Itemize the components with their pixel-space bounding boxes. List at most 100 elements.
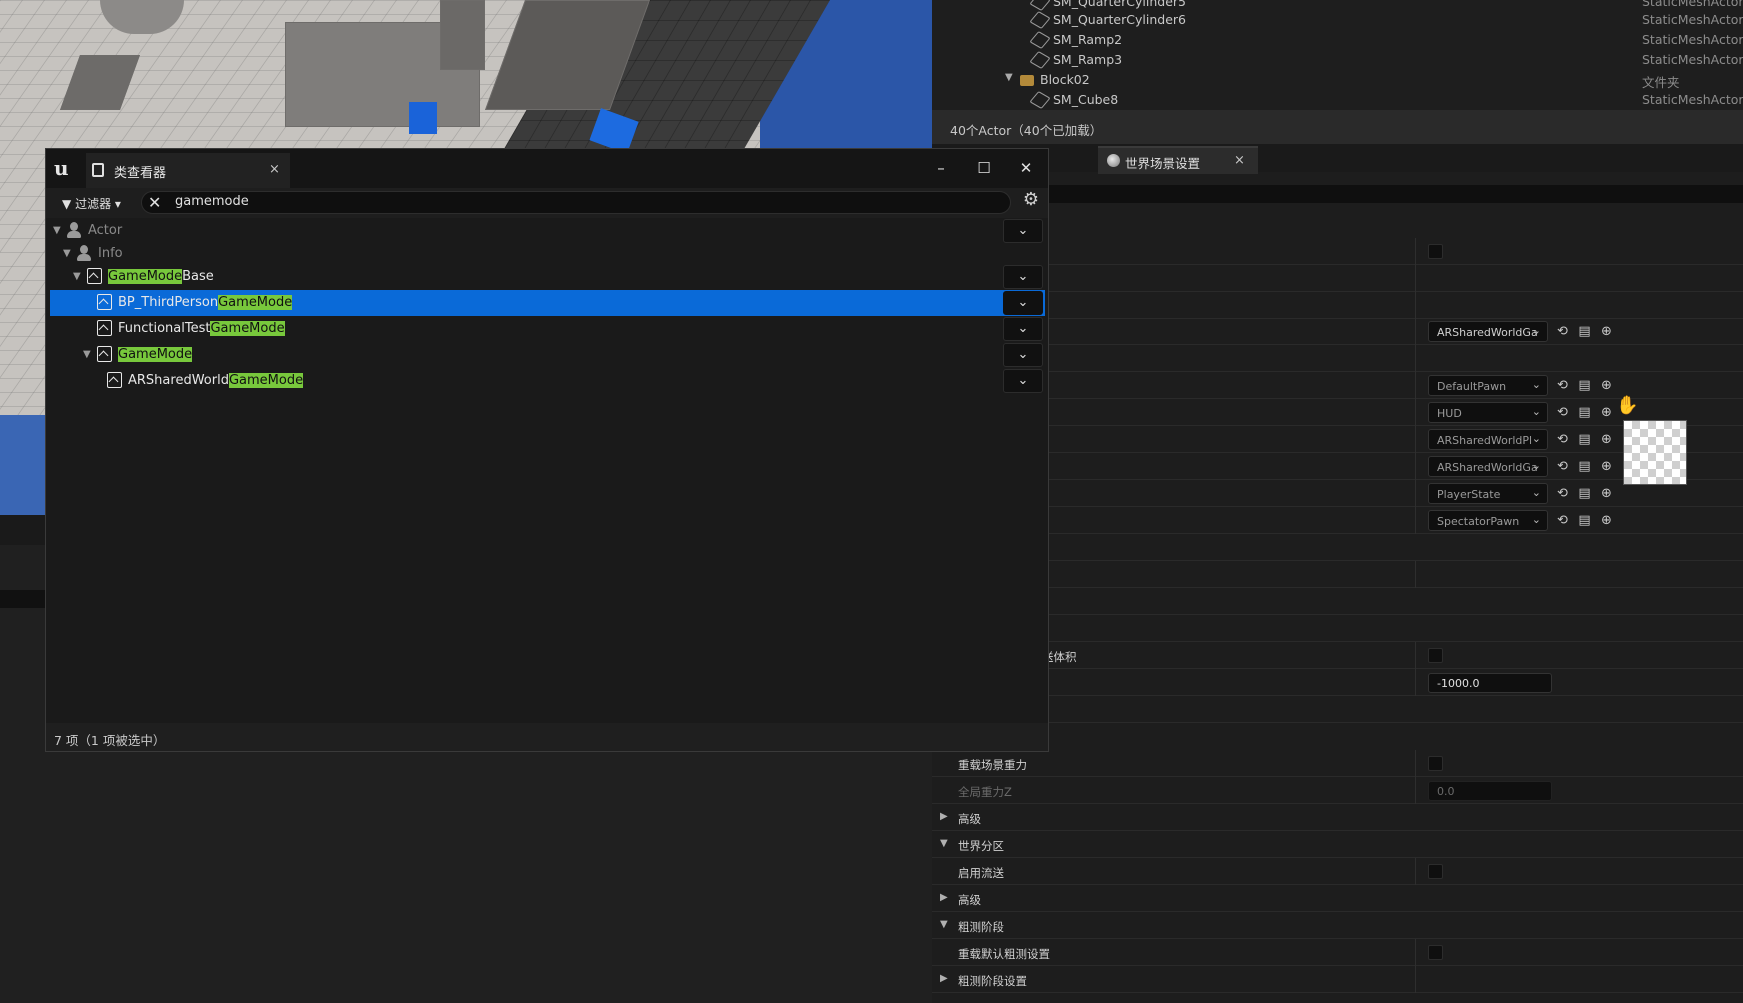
browse-folder-icon[interactable]: ▤ — [1577, 513, 1592, 528]
row-options-button[interactable]: ⌄ — [1003, 369, 1043, 393]
tree-row-text: Info — [98, 246, 123, 261]
hud-class-combo[interactable]: HUD ⌄ — [1428, 402, 1548, 423]
checkbox[interactable] — [1428, 864, 1443, 879]
outliner-row[interactable]: SM_Ramp2 StaticMeshActor — [932, 30, 1743, 50]
outliner-row-name: Block02 — [1040, 72, 1090, 87]
details-row-enable-streaming: 启用流送 — [932, 858, 1743, 885]
checkbox[interactable] — [1428, 945, 1443, 960]
left-lower-strip — [0, 590, 45, 608]
class-search-input[interactable]: ✕ gamemode — [141, 191, 1011, 214]
combo-value: PlayerState — [1437, 488, 1501, 501]
outliner-row[interactable]: SM_Cube8 StaticMeshActor — [932, 90, 1743, 110]
static-mesh-icon — [1029, 31, 1051, 49]
global-gravity-input[interactable]: 0.0 — [1428, 781, 1552, 801]
viewport-block — [440, 0, 485, 70]
collapse-arrow-icon[interactable]: ▼ — [63, 248, 71, 259]
outliner-row[interactable]: SM_QuarterCylinder6 StaticMeshActor — [932, 10, 1743, 30]
hand-cursor-icon: ✋ — [1616, 395, 1639, 416]
tree-row-functionaltest-gamemode[interactable]: FunctionalTestGameMode ⌄ — [50, 316, 1045, 342]
override-gravity-label: 重载场景重力 — [958, 758, 1027, 772]
browse-back-icon[interactable]: ⟲ — [1555, 378, 1570, 393]
combo-value: DefaultPawn — [1437, 380, 1507, 393]
collapse-arrow-icon[interactable]: ▼ — [940, 919, 948, 930]
tree-row-text: Actor — [88, 223, 123, 238]
add-icon[interactable]: ⊕ — [1599, 378, 1614, 393]
tree-row-bp-thirdperson-gamemode[interactable]: BP_ThirdPersonGameMode ⌄ — [50, 290, 1045, 316]
browse-back-icon[interactable]: ⟲ — [1555, 486, 1570, 501]
checkbox[interactable] — [1428, 648, 1443, 663]
combo-value: SpectatorPawn — [1437, 515, 1520, 528]
details-category-coarse[interactable]: ▼ 粗测阶段 — [932, 912, 1743, 939]
tab-class-viewer[interactable]: 类查看器 × — [86, 153, 290, 188]
spectator-pawn-combo[interactable]: SpectatorPawn ⌄ — [1428, 510, 1548, 531]
browse-back-icon[interactable]: ⟲ — [1555, 459, 1570, 474]
details-row-coarse-settings[interactable]: ▶ 粗测阶段设置 — [932, 966, 1743, 993]
class-viewer-status: 7 项（1 项被选中） — [46, 723, 1048, 751]
collapse-arrow-icon[interactable]: ▼ — [83, 349, 91, 360]
default-pawn-combo[interactable]: DefaultPawn ⌄ — [1428, 375, 1548, 396]
expand-arrow-icon[interactable]: ▶ — [940, 973, 948, 984]
add-icon[interactable]: ⊕ — [1599, 486, 1614, 501]
chevron-down-icon: ⌄ — [1531, 486, 1541, 499]
collapse-arrow-icon[interactable]: ▼ — [1005, 72, 1013, 83]
browse-folder-icon[interactable]: ▤ — [1577, 405, 1592, 420]
tab-class-viewer-label: 类查看器 — [114, 166, 167, 181]
tree-row-gamemodebase[interactable]: ▼ GameModeBase ⌄ — [50, 264, 1045, 290]
outliner-row-name: SM_Ramp3 — [1053, 52, 1123, 67]
row-options-button[interactable]: ⌄ — [1003, 291, 1043, 315]
minimize-button[interactable]: – — [930, 157, 952, 179]
add-icon[interactable]: ⊕ — [1599, 405, 1614, 420]
browse-folder-icon[interactable]: ▤ — [1577, 324, 1592, 339]
row-options-button[interactable]: ⌄ — [1003, 317, 1043, 341]
expand-arrow-icon[interactable]: ▶ — [940, 811, 948, 822]
player-state-combo[interactable]: PlayerState ⌄ — [1428, 483, 1548, 504]
tab-world-settings[interactable]: 世界场景设置 × — [1098, 146, 1258, 174]
close-icon[interactable]: × — [1234, 153, 1245, 168]
checkbox[interactable] — [1428, 244, 1443, 259]
outliner-row[interactable]: ▼ Block02 文件夹 — [932, 70, 1743, 90]
enable-streaming-label: 启用流送 — [958, 866, 1004, 880]
outliner-row[interactable]: SM_Ramp3 StaticMeshActor — [932, 50, 1743, 70]
chevron-down-icon: ⌄ — [1531, 432, 1541, 445]
add-icon[interactable]: ⊕ — [1599, 432, 1614, 447]
browse-folder-icon[interactable]: ▤ — [1577, 432, 1592, 447]
collapse-arrow-icon[interactable]: ▼ — [940, 838, 948, 849]
checkbox[interactable] — [1428, 756, 1443, 771]
outliner-row-name: SM_Cube8 — [1053, 92, 1119, 107]
browse-folder-icon[interactable]: ▤ — [1577, 378, 1592, 393]
kill-z-input[interactable]: -1000.0 — [1428, 673, 1552, 693]
details-category-world-partition[interactable]: ▼ 世界分区 — [932, 831, 1743, 858]
browse-back-icon[interactable]: ⟲ — [1555, 405, 1570, 420]
row-options-button[interactable]: ⌄ — [1003, 219, 1043, 243]
browse-back-icon[interactable]: ⟲ — [1555, 432, 1570, 447]
browse-folder-icon[interactable]: ▤ — [1577, 486, 1592, 501]
outliner-row-type: StaticMeshActor — [1642, 32, 1743, 47]
browse-back-icon[interactable]: ⟲ — [1555, 324, 1570, 339]
gamemode-override-combo[interactable]: ARSharedWorldGa ⌄ — [1428, 321, 1548, 342]
add-icon[interactable]: ⊕ — [1599, 513, 1614, 528]
collapse-arrow-icon[interactable]: ▼ — [73, 271, 81, 282]
maximize-button[interactable]: ☐ — [973, 157, 995, 179]
close-icon[interactable]: × — [269, 162, 280, 177]
settings-gear-icon[interactable]: ⚙ — [1020, 189, 1042, 213]
details-row-player-controller: ARSharedWorldPl ⌄ ⟲ ▤ ⊕ — [932, 426, 1743, 453]
browse-folder-icon[interactable]: ▤ — [1577, 459, 1592, 474]
game-state-combo[interactable]: ARSharedWorldGa ⌄ — [1428, 456, 1548, 477]
add-icon[interactable]: ⊕ — [1599, 324, 1614, 339]
browse-back-icon[interactable]: ⟲ — [1555, 513, 1570, 528]
row-options-button[interactable]: ⌄ — [1003, 343, 1043, 367]
details-row-advanced[interactable]: ▶ 高级 — [932, 804, 1743, 831]
player-controller-combo[interactable]: ARSharedWorldPl ⌄ — [1428, 429, 1548, 450]
filter-button[interactable]: ▼ 过滤器 ▾ — [62, 192, 128, 214]
details-row — [932, 588, 1743, 615]
tree-row-gamemode[interactable]: ▼ GameMode ⌄ — [50, 342, 1045, 368]
window-close-button[interactable]: ✕ — [1015, 157, 1037, 179]
collapse-arrow-icon[interactable]: ▼ — [53, 225, 61, 236]
expand-arrow-icon[interactable]: ▶ — [940, 892, 948, 903]
blueprint-class-icon — [97, 346, 112, 362]
row-options-button[interactable]: ⌄ — [1003, 265, 1043, 289]
tree-row-arsharedworld-gamemode[interactable]: ARSharedWorldGameMode ⌄ — [50, 368, 1045, 394]
clear-search-icon[interactable]: ✕ — [148, 193, 161, 212]
details-row-advanced[interactable]: ▶ 高级 — [932, 885, 1743, 912]
add-icon[interactable]: ⊕ — [1599, 459, 1614, 474]
